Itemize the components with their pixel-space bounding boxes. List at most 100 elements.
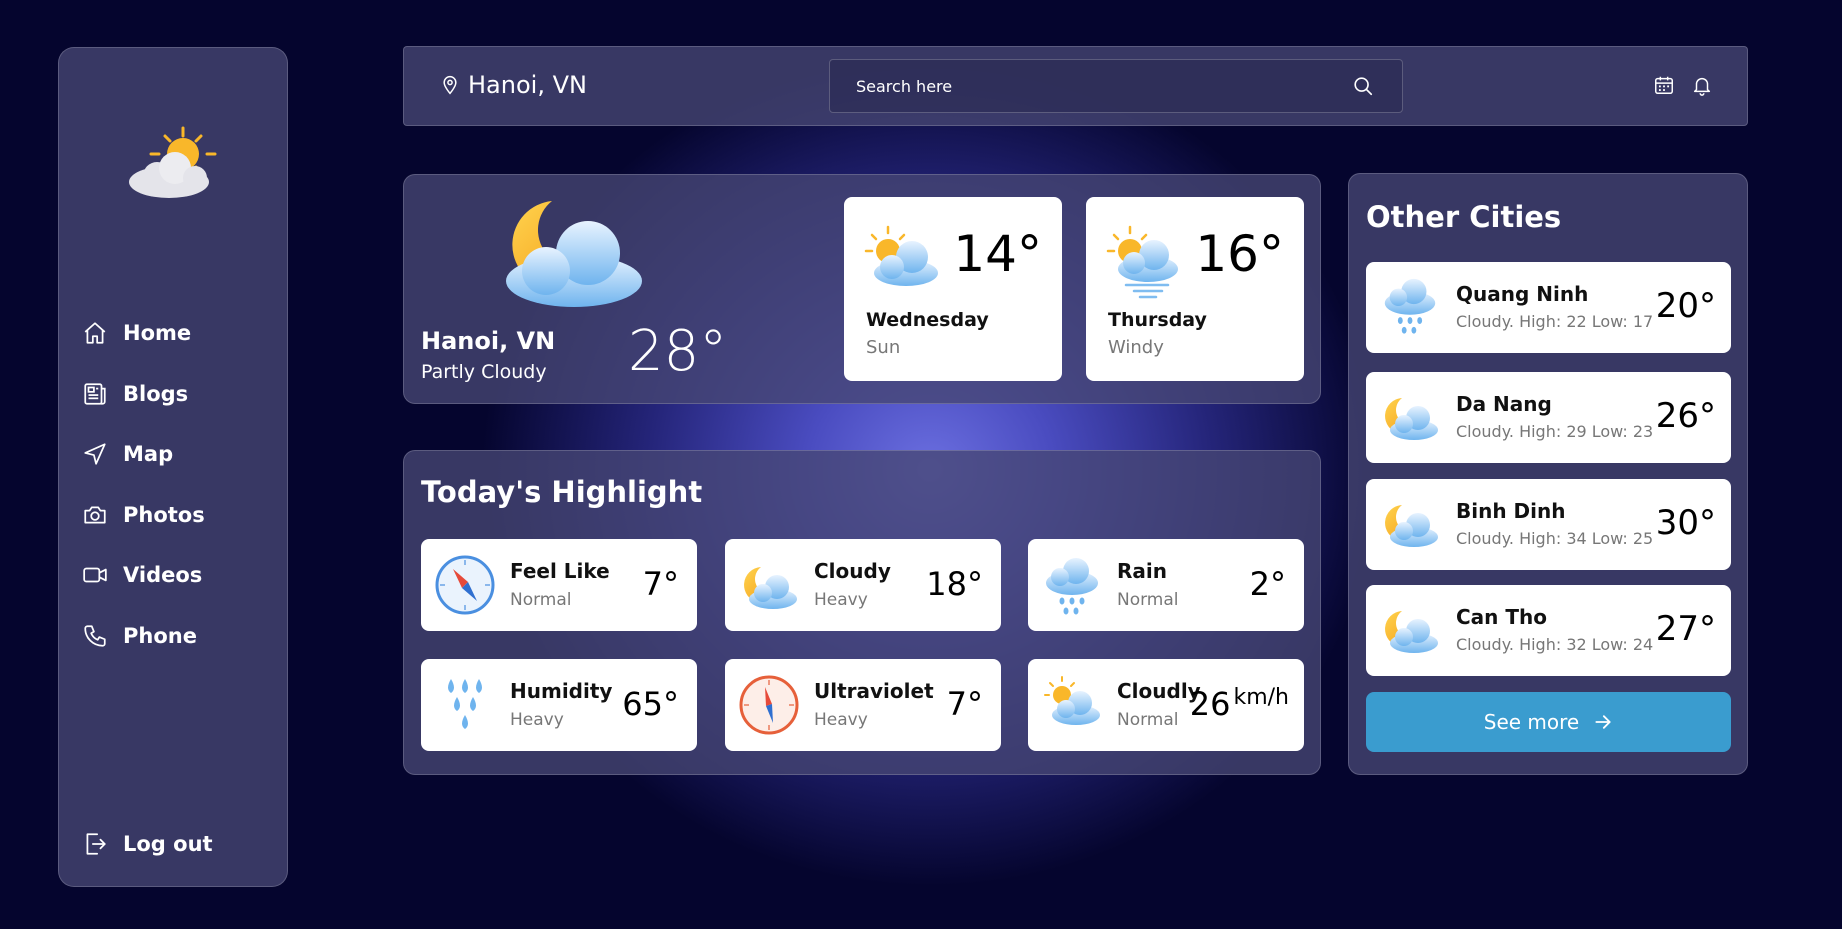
city-name: Can Tho	[1456, 605, 1547, 629]
highlight-level: Heavy	[814, 590, 868, 610]
highlight-name: Rain	[1117, 559, 1167, 583]
moon-cloud-icon	[1380, 493, 1440, 557]
highlight-level: Heavy	[510, 710, 564, 730]
sidebar-item-label: Home	[123, 321, 192, 345]
city-summary: Cloudy. High: 22 Low: 17	[1456, 312, 1654, 331]
header-location-label: Hanoi, VN	[468, 71, 587, 99]
rain-cloud-icon	[1042, 555, 1102, 615]
phone-icon	[81, 622, 109, 650]
sun-cloud-icon	[1042, 675, 1102, 735]
city-card[interactable]: Binh Dinh Cloudy. High: 34 Low: 25 30°	[1366, 479, 1731, 570]
highlight-card[interactable]: Cloudy Heavy 18°	[725, 539, 1001, 631]
moon-cloud-icon	[1380, 599, 1440, 663]
city-name: Da Nang	[1456, 392, 1552, 416]
city-temp: 20°	[1655, 286, 1716, 326]
sun-cloud-icon	[862, 225, 940, 291]
map-pin-icon	[440, 74, 460, 96]
navigation-icon	[81, 440, 109, 468]
search-icon[interactable]	[1352, 75, 1374, 101]
sidebar-item-photos[interactable]: Photos	[81, 500, 205, 530]
search-input[interactable]: Search here	[829, 59, 1403, 113]
highlight-card[interactable]: Ultraviolet Heavy 7°	[725, 659, 1001, 751]
video-icon	[81, 561, 109, 589]
highlight-card[interactable]: Feel Like Normal 7°	[421, 539, 697, 631]
city-card[interactable]: Da Nang Cloudy. High: 29 Low: 23 26°	[1366, 372, 1731, 463]
forecast-condition: Windy	[1108, 337, 1164, 358]
forecast-card[interactable]: 16° Thursday Windy	[1086, 197, 1304, 381]
city-temp: 27°	[1655, 609, 1716, 649]
highlight-value: 18°	[926, 565, 983, 603]
sidebar-item-label: Phone	[123, 623, 197, 648]
highlight-title: Today's Highlight	[421, 475, 703, 509]
highlight-name: Feel Like	[510, 559, 610, 583]
see-more-button[interactable]: See more	[1366, 692, 1731, 752]
current-temp: 28°	[628, 319, 728, 384]
highlight-name: Cloudly	[1117, 679, 1201, 703]
logout-icon	[81, 830, 109, 858]
moon-cloud-icon	[1380, 386, 1440, 450]
bell-icon[interactable]	[1691, 74, 1713, 100]
sidebar-item-blogs[interactable]: Blogs	[81, 379, 205, 409]
forecast-temp: 16°	[1195, 225, 1284, 283]
arrow-right-icon	[1593, 712, 1613, 732]
logout-button[interactable]: Log out	[81, 830, 213, 858]
highlight-level: Normal	[1117, 590, 1179, 610]
forecast-day: Thursday	[1108, 309, 1207, 331]
highlight-name: Cloudy	[814, 559, 891, 583]
city-name: Binh Dinh	[1456, 499, 1566, 523]
sidebar-item-map[interactable]: Map	[81, 439, 205, 469]
highlight-value: 7°	[642, 565, 679, 603]
sidebar-item-home[interactable]: Home	[81, 318, 205, 348]
header-location[interactable]: Hanoi, VN	[440, 71, 587, 99]
moon-cloud-icon	[739, 555, 799, 615]
sidebar-item-phone[interactable]: Phone	[81, 621, 205, 651]
sidebar-item-label: Videos	[123, 563, 203, 587]
highlight-card[interactable]: Humidity Heavy 65°	[421, 659, 697, 751]
highlight-value: 65°	[622, 685, 679, 723]
rain-cloud-icon	[1380, 276, 1440, 342]
highlight-value: 26 km/h	[1189, 685, 1289, 723]
search-placeholder: Search here	[856, 77, 953, 96]
city-card[interactable]: Can Tho Cloudy. High: 32 Low: 24 27°	[1366, 585, 1731, 676]
raindrops-icon	[435, 675, 495, 735]
highlight-name: Ultraviolet	[814, 679, 934, 703]
compass-icon	[435, 555, 495, 615]
highlight-level: Normal	[1117, 710, 1179, 730]
highlight-value: 2°	[1249, 565, 1286, 603]
moon-cloud-icon	[494, 195, 644, 311]
highlight-level: Normal	[510, 590, 572, 610]
city-card[interactable]: Quang Ninh Cloudy. High: 22 Low: 17 20°	[1366, 262, 1731, 353]
other-cities-title: Other Cities	[1366, 200, 1562, 234]
city-summary: Cloudy. High: 29 Low: 23	[1456, 422, 1654, 441]
sidebar: Home Blogs Map Photos Videos Phone Log o…	[58, 47, 288, 887]
newspaper-icon	[81, 380, 109, 408]
compass-red-icon	[739, 675, 799, 735]
city-summary: Cloudy. High: 32 Low: 24	[1456, 635, 1654, 654]
top-header: Hanoi, VN Search here	[403, 46, 1748, 126]
forecast-condition: Sun	[866, 337, 901, 358]
sidebar-item-videos[interactable]: Videos	[81, 560, 205, 590]
sun-cloud-wind-icon	[1104, 225, 1182, 305]
app-logo-icon	[127, 124, 219, 204]
sidebar-item-label: Photos	[123, 502, 205, 527]
forecast-card[interactable]: 14° Wednesday Sun	[844, 197, 1062, 381]
home-icon	[81, 319, 109, 347]
sidebar-item-label: Blogs	[123, 381, 189, 406]
city-temp: 26°	[1655, 396, 1716, 436]
forecast-day: Wednesday	[866, 309, 989, 331]
forecast-temp: 14°	[953, 225, 1042, 283]
other-cities-panel: Other Cities Quang Ninh Cloudy. High: 22…	[1348, 173, 1748, 775]
city-temp: 30°	[1655, 503, 1716, 543]
calendar-icon[interactable]	[1653, 74, 1675, 100]
highlight-name: Humidity	[510, 679, 613, 703]
highlight-card[interactable]: Rain Normal 2°	[1028, 539, 1304, 631]
sidebar-item-label: Map	[123, 442, 174, 466]
header-actions	[1653, 74, 1713, 100]
logout-label: Log out	[123, 832, 213, 856]
city-name: Quang Ninh	[1456, 282, 1589, 306]
see-more-label: See more	[1483, 710, 1580, 734]
sidebar-nav: Home Blogs Map Photos Videos Phone	[81, 318, 205, 681]
current-city: Hanoi, VN	[421, 327, 556, 355]
highlight-card[interactable]: Cloudly Normal 26 km/h	[1028, 659, 1304, 751]
highlight-value: 7°	[946, 685, 983, 723]
